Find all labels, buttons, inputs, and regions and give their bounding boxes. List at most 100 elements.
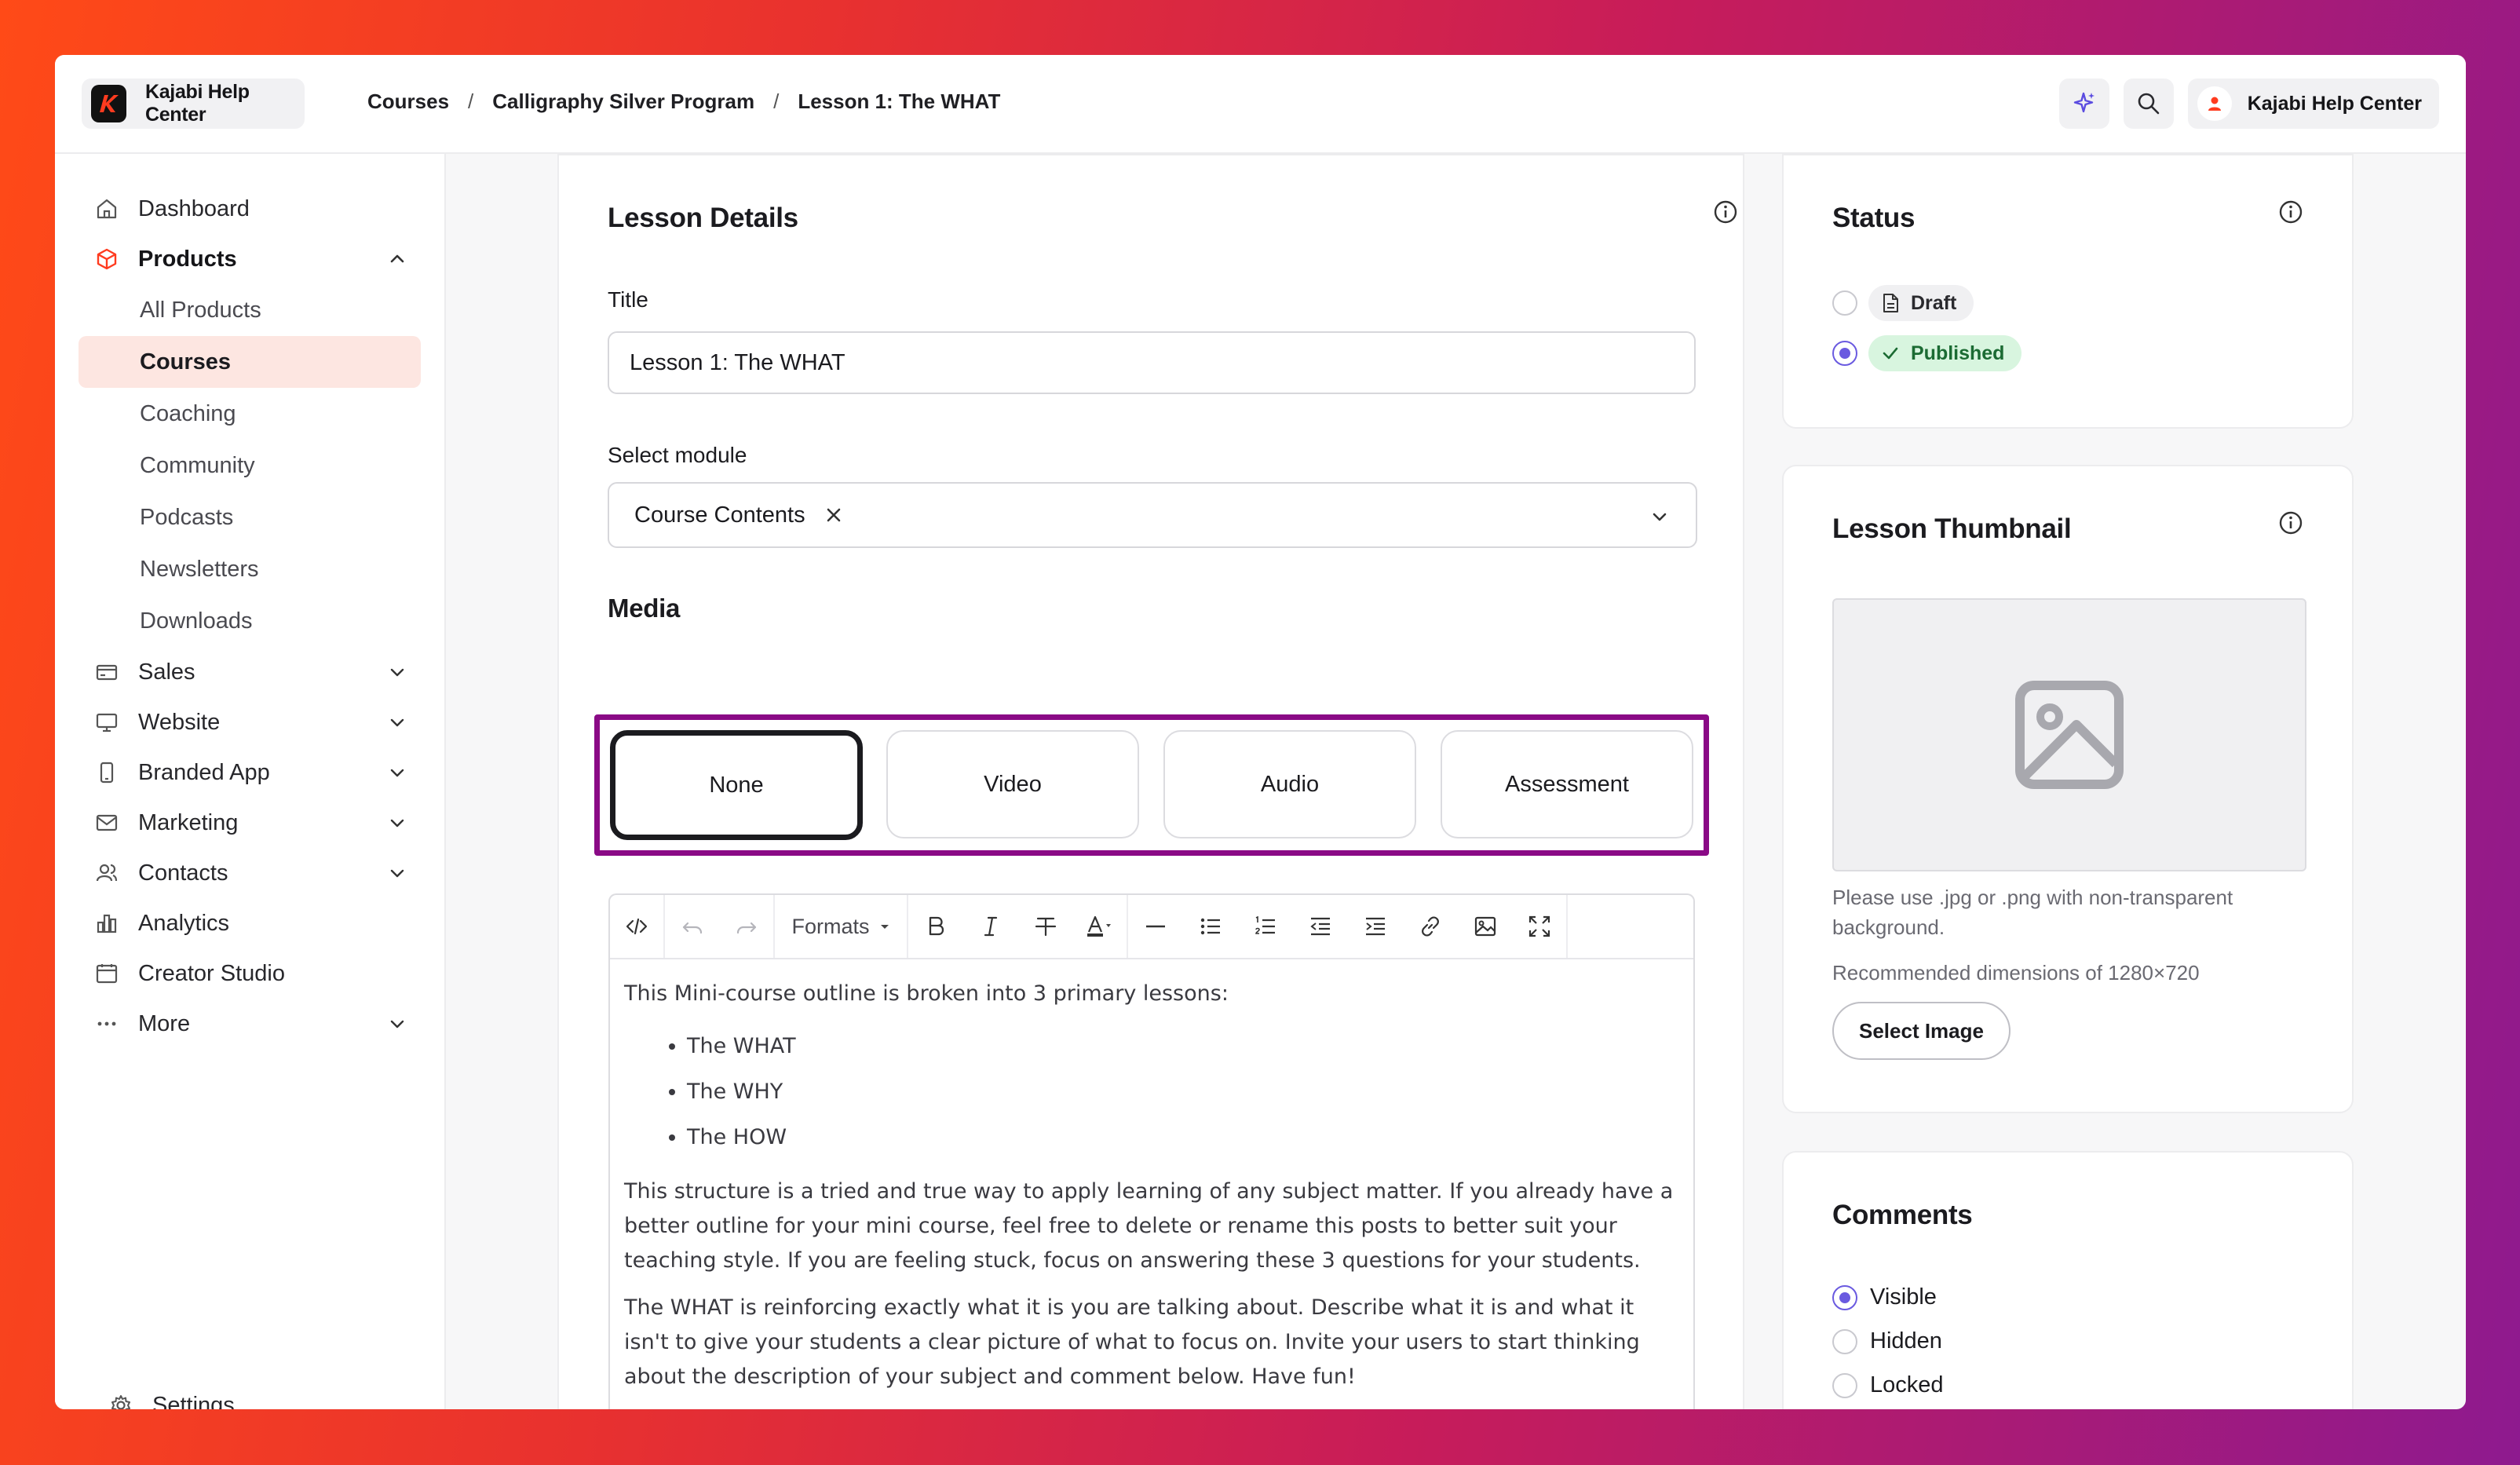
- user-menu[interactable]: Kajabi Help Center: [2187, 79, 2439, 129]
- sidebar-item-sales[interactable]: Sales: [79, 647, 421, 697]
- rich-text-editor[interactable]: Formats This Mini-course outline is brok…: [608, 893, 1695, 1409]
- code-view-button[interactable]: [610, 895, 665, 958]
- sidebar-item-creator-studio[interactable]: Creator Studio: [79, 948, 421, 999]
- sidebar-subitem-courses[interactable]: Courses: [79, 336, 421, 388]
- breadcrumb-courses[interactable]: Courses: [367, 90, 449, 114]
- numbered-list-button[interactable]: [1238, 895, 1293, 958]
- status-draft-badge[interactable]: Draft: [1868, 285, 1974, 321]
- bullet-list-button[interactable]: [1183, 895, 1238, 958]
- status-draft-radio[interactable]: [1832, 290, 1857, 316]
- media-option-video[interactable]: Video: [886, 730, 1139, 838]
- bold-button[interactable]: [908, 895, 963, 958]
- comments-option-visible[interactable]: Visible: [1832, 1284, 1937, 1310]
- title-input[interactable]: Lesson 1: The WHAT: [608, 331, 1696, 394]
- image-placeholder-icon: [2015, 681, 2124, 789]
- undo-button[interactable]: [665, 895, 720, 958]
- sidebar-item-products[interactable]: Products: [79, 234, 421, 284]
- expand-icon: [1528, 915, 1550, 937]
- users-icon: [93, 859, 121, 887]
- comments-option-hidden[interactable]: Hidden: [1832, 1328, 1942, 1354]
- chevron-down-icon[interactable]: [388, 763, 407, 782]
- media-option-audio[interactable]: Audio: [1163, 730, 1416, 838]
- editor-intro: This Mini-course outline is broken into …: [624, 981, 1229, 1006]
- breadcrumb-program[interactable]: Calligraphy Silver Program: [492, 90, 754, 114]
- chevron-up-icon[interactable]: [388, 250, 407, 269]
- sidebar-item-settings[interactable]: Settings: [93, 1380, 235, 1409]
- status-published-radio[interactable]: [1832, 341, 1857, 366]
- chevron-down-icon[interactable]: [1650, 507, 1669, 526]
- outdent-button[interactable]: [1293, 895, 1348, 958]
- sidebar-subitem-downloads[interactable]: Downloads: [79, 595, 421, 647]
- sidebar-item-website[interactable]: Website: [79, 697, 421, 747]
- sidebar-item-label: Contacts: [138, 860, 228, 886]
- info-icon[interactable]: [2278, 199, 2303, 225]
- chevron-down-icon[interactable]: [388, 1014, 407, 1033]
- comments-option-locked[interactable]: Locked: [1832, 1372, 1944, 1398]
- comments-locked-radio[interactable]: [1832, 1372, 1857, 1398]
- module-select-value: Course Contents: [634, 502, 805, 528]
- sidebar-subitem-newsletters[interactable]: Newsletters: [79, 543, 421, 595]
- media-option-assessment[interactable]: Assessment: [1441, 730, 1693, 838]
- comments-hidden-radio[interactable]: [1832, 1328, 1857, 1354]
- undo-icon: [682, 922, 703, 934]
- breadcrumb-lesson: Lesson 1: The WHAT: [798, 90, 1001, 113]
- fullscreen-button[interactable]: [1513, 895, 1568, 958]
- comments-card: Comments Visible Hidden Locked: [1782, 1151, 2354, 1409]
- redo-button[interactable]: [720, 895, 775, 958]
- numbered-list-icon: [1255, 915, 1275, 934]
- sidebar-item-label: Marketing: [138, 809, 239, 835]
- media-option-none[interactable]: None: [610, 730, 863, 840]
- gear-icon: [107, 1391, 135, 1409]
- comments-hidden-label: Hidden: [1870, 1328, 1942, 1354]
- brand-switcher[interactable]: Kajabi Help Center: [82, 79, 305, 129]
- sidebar-item-contacts[interactable]: Contacts: [79, 848, 421, 898]
- horizontal-rule-button[interactable]: [1128, 895, 1183, 958]
- title-label: Title: [608, 287, 648, 312]
- ai-assist-button[interactable]: [2058, 79, 2109, 129]
- link-button[interactable]: [1403, 895, 1458, 958]
- chevron-down-icon[interactable]: [388, 864, 407, 882]
- top-bar: Kajabi Help Center Courses / Calligraphy…: [55, 55, 2466, 154]
- status-published-label: Published: [1911, 342, 2005, 364]
- thumbnail-hint: Please use .jpg or .png with non-transpa…: [1832, 886, 2233, 939]
- info-icon[interactable]: [2278, 510, 2303, 535]
- chevron-down-icon[interactable]: [388, 813, 407, 832]
- chevron-down-icon[interactable]: [388, 713, 407, 732]
- comments-visible-radio[interactable]: [1832, 1284, 1857, 1310]
- sidebar-item-more[interactable]: More: [79, 999, 421, 1049]
- indent-button[interactable]: [1348, 895, 1403, 958]
- sidebar-item-label: Dashboard: [138, 195, 250, 221]
- strikethrough-button[interactable]: [1018, 895, 1073, 958]
- clear-icon[interactable]: [824, 506, 843, 524]
- sidebar-subitem-coaching[interactable]: Coaching: [79, 388, 421, 440]
- caret-down-icon: [880, 925, 889, 929]
- lesson-details-card: Lesson Details Title Lesson 1: The WHAT …: [557, 154, 1744, 1409]
- image-icon: [1474, 916, 1496, 937]
- status-published-badge[interactable]: Published: [1868, 335, 2022, 371]
- sidebar-item-label: Sales: [138, 659, 195, 685]
- app-window: Kajabi Help Center Courses / Calligraphy…: [55, 55, 2466, 1409]
- sidebar-item-label: Analytics: [138, 910, 230, 936]
- sidebar-item-branded-app[interactable]: Branded App: [79, 747, 421, 798]
- select-image-button[interactable]: Select Image: [1832, 1002, 2011, 1060]
- text-color-button[interactable]: [1073, 895, 1128, 958]
- info-icon[interactable]: [1713, 199, 1738, 225]
- sidebar-subitem-podcasts[interactable]: Podcasts: [79, 491, 421, 543]
- thumbnail-dimensions-hint: Recommended dimensions of 1280×720: [1832, 961, 2200, 985]
- italic-button[interactable]: [963, 895, 1018, 958]
- sidebar-subitem-all-products[interactable]: All Products: [79, 284, 421, 336]
- thumbnail-placeholder[interactable]: [1832, 598, 2306, 871]
- chevron-down-icon[interactable]: [388, 663, 407, 681]
- formats-dropdown[interactable]: Formats: [775, 895, 908, 958]
- sidebar-item-marketing[interactable]: Marketing: [79, 798, 421, 848]
- sidebar-subitem-community[interactable]: Community: [79, 440, 421, 491]
- comments-locked-label: Locked: [1870, 1372, 1944, 1397]
- sidebar-item-analytics[interactable]: Analytics: [79, 898, 421, 948]
- list-item: The HOW: [687, 1115, 1679, 1160]
- sidebar-item-label: Website: [138, 709, 221, 735]
- editor-content[interactable]: This Mini-course outline is broken into …: [610, 959, 1693, 1409]
- module-select[interactable]: Course Contents: [608, 482, 1697, 548]
- search-button[interactable]: [2123, 79, 2174, 129]
- sidebar-item-dashboard[interactable]: Dashboard: [79, 184, 421, 234]
- insert-image-button[interactable]: [1458, 895, 1513, 958]
